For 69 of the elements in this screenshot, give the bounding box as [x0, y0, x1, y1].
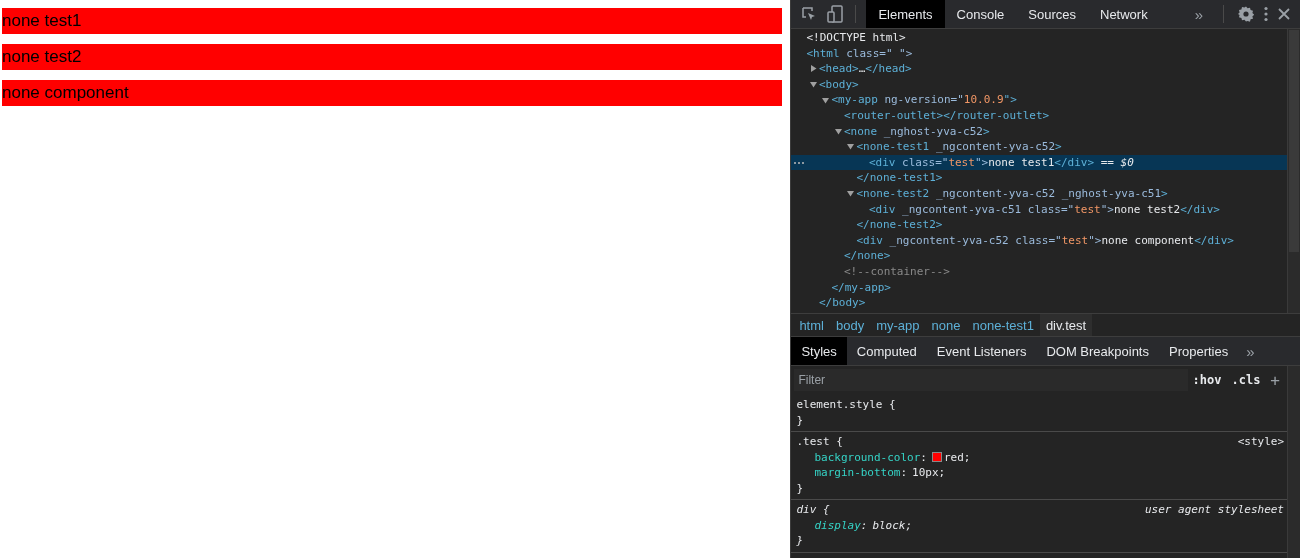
pane-tab[interactable]: Computed — [846, 337, 927, 365]
code-line[interactable]: <none _nghost-yva-c52> — [843, 123, 990, 140]
code-line: </none-test1> — [856, 170, 943, 186]
colon: : — [900, 465, 908, 481]
code-line[interactable]: <!--container--> — [843, 263, 950, 280]
breadcrumb[interactable]: div.test — [1039, 314, 1093, 336]
code-line[interactable]: <none-test2 _ngcontent-yva-c52 _nghost-yva-c51> — [856, 185, 1168, 202]
new-rule-button[interactable]: + — [1265, 370, 1285, 390]
expand-triangle-icon[interactable] — [822, 96, 830, 104]
pane-tab[interactable]: DOM Breakpoints — [1036, 337, 1159, 365]
code-line[interactable]: <body> — [818, 76, 859, 93]
rule-brace: } — [796, 480, 804, 496]
more-tabs-button[interactable]: » — [1238, 337, 1263, 365]
test-block: none component — [2, 80, 783, 106]
code-line[interactable]: <router-outlet></router-outlet> — [843, 107, 1050, 124]
expand-triangle-icon[interactable] — [809, 65, 817, 73]
rule-source[interactable]: <style> — [1237, 434, 1284, 450]
code-line[interactable]: <head>…</head> — [818, 61, 912, 77]
kebab-menu-icon[interactable] — [1264, 6, 1268, 22]
rule-selector: element.style { — [796, 397, 896, 413]
panel-tab[interactable]: Sources — [1016, 0, 1088, 28]
test-block: none test2 — [2, 44, 783, 70]
panel-tab[interactable]: Network — [1088, 0, 1160, 28]
rule-brace: } — [796, 412, 804, 428]
property-value[interactable]: block; — [872, 517, 913, 533]
cls-button[interactable]: .cls — [1226, 373, 1266, 387]
breadcrumb[interactable]: html — [793, 314, 830, 336]
expand-triangle-icon[interactable] — [834, 127, 842, 135]
device-icon[interactable] — [827, 5, 844, 23]
filter-field[interactable]: Filter — [794, 369, 1188, 391]
property-name[interactable]: display — [814, 517, 861, 533]
property-value[interactable]: 10px; — [912, 465, 946, 481]
code-line[interactable]: <my-app ng-version="10.0.9"> — [831, 92, 1017, 108]
property-name[interactable]: margin-bottom — [814, 465, 901, 481]
code-line[interactable]: <html class=" "> — [806, 45, 913, 62]
code-line[interactable]: <!DOCTYPE html> — [806, 30, 906, 46]
color-swatch[interactable] — [932, 452, 942, 463]
property-name[interactable]: background-color — [814, 449, 921, 465]
breadcrumb[interactable]: my-app — [870, 314, 926, 336]
colon: : — [920, 449, 927, 465]
rule-selector: .test { — [796, 434, 843, 450]
more-tabs-button[interactable]: » — [1184, 5, 1213, 23]
hov-button[interactable]: :hov — [1187, 373, 1227, 387]
colon: : — [860, 517, 868, 533]
expand-triangle-icon[interactable] — [847, 190, 855, 198]
code-line: </my-app> — [831, 279, 891, 296]
test-block: none test1 — [2, 8, 783, 34]
breadcrumb[interactable]: body — [829, 314, 871, 336]
pane-tab[interactable]: Styles — [791, 337, 847, 365]
expand-triangle-icon[interactable] — [809, 81, 817, 89]
property-value[interactable]: red; — [944, 449, 971, 465]
code-line[interactable]: <div _ngcontent-yva-c51 class="test">none test2</div> — [868, 201, 1220, 218]
panel-tab[interactable]: Console — [944, 0, 1017, 28]
code-line: </none> — [843, 248, 891, 264]
code-line[interactable]: <div _ngcontent-yva-c52 class="test">none component</div> — [856, 232, 1234, 249]
breadcrumb[interactable]: none-test1 — [966, 314, 1040, 336]
expand-triangle-icon[interactable] — [847, 143, 855, 151]
settings-icon[interactable] — [1238, 6, 1254, 22]
rule-selector: div { — [796, 502, 830, 518]
close-icon[interactable] — [1278, 8, 1290, 20]
breadcrumb[interactable]: none — [925, 314, 967, 336]
pane-tab[interactable]: Event Listeners — [926, 337, 1037, 365]
panel-tab[interactable]: Elements — [866, 0, 945, 28]
pane-tab[interactable]: Properties — [1159, 337, 1239, 365]
code-line[interactable]: <none-test1 _ngcontent-yva-c52> — [856, 139, 1062, 155]
rule-source: user agent stylesheet — [1144, 502, 1284, 518]
code-line: </none-test2> — [856, 217, 943, 233]
rule-brace: } — [796, 533, 804, 549]
code-line: </body> — [818, 295, 866, 311]
